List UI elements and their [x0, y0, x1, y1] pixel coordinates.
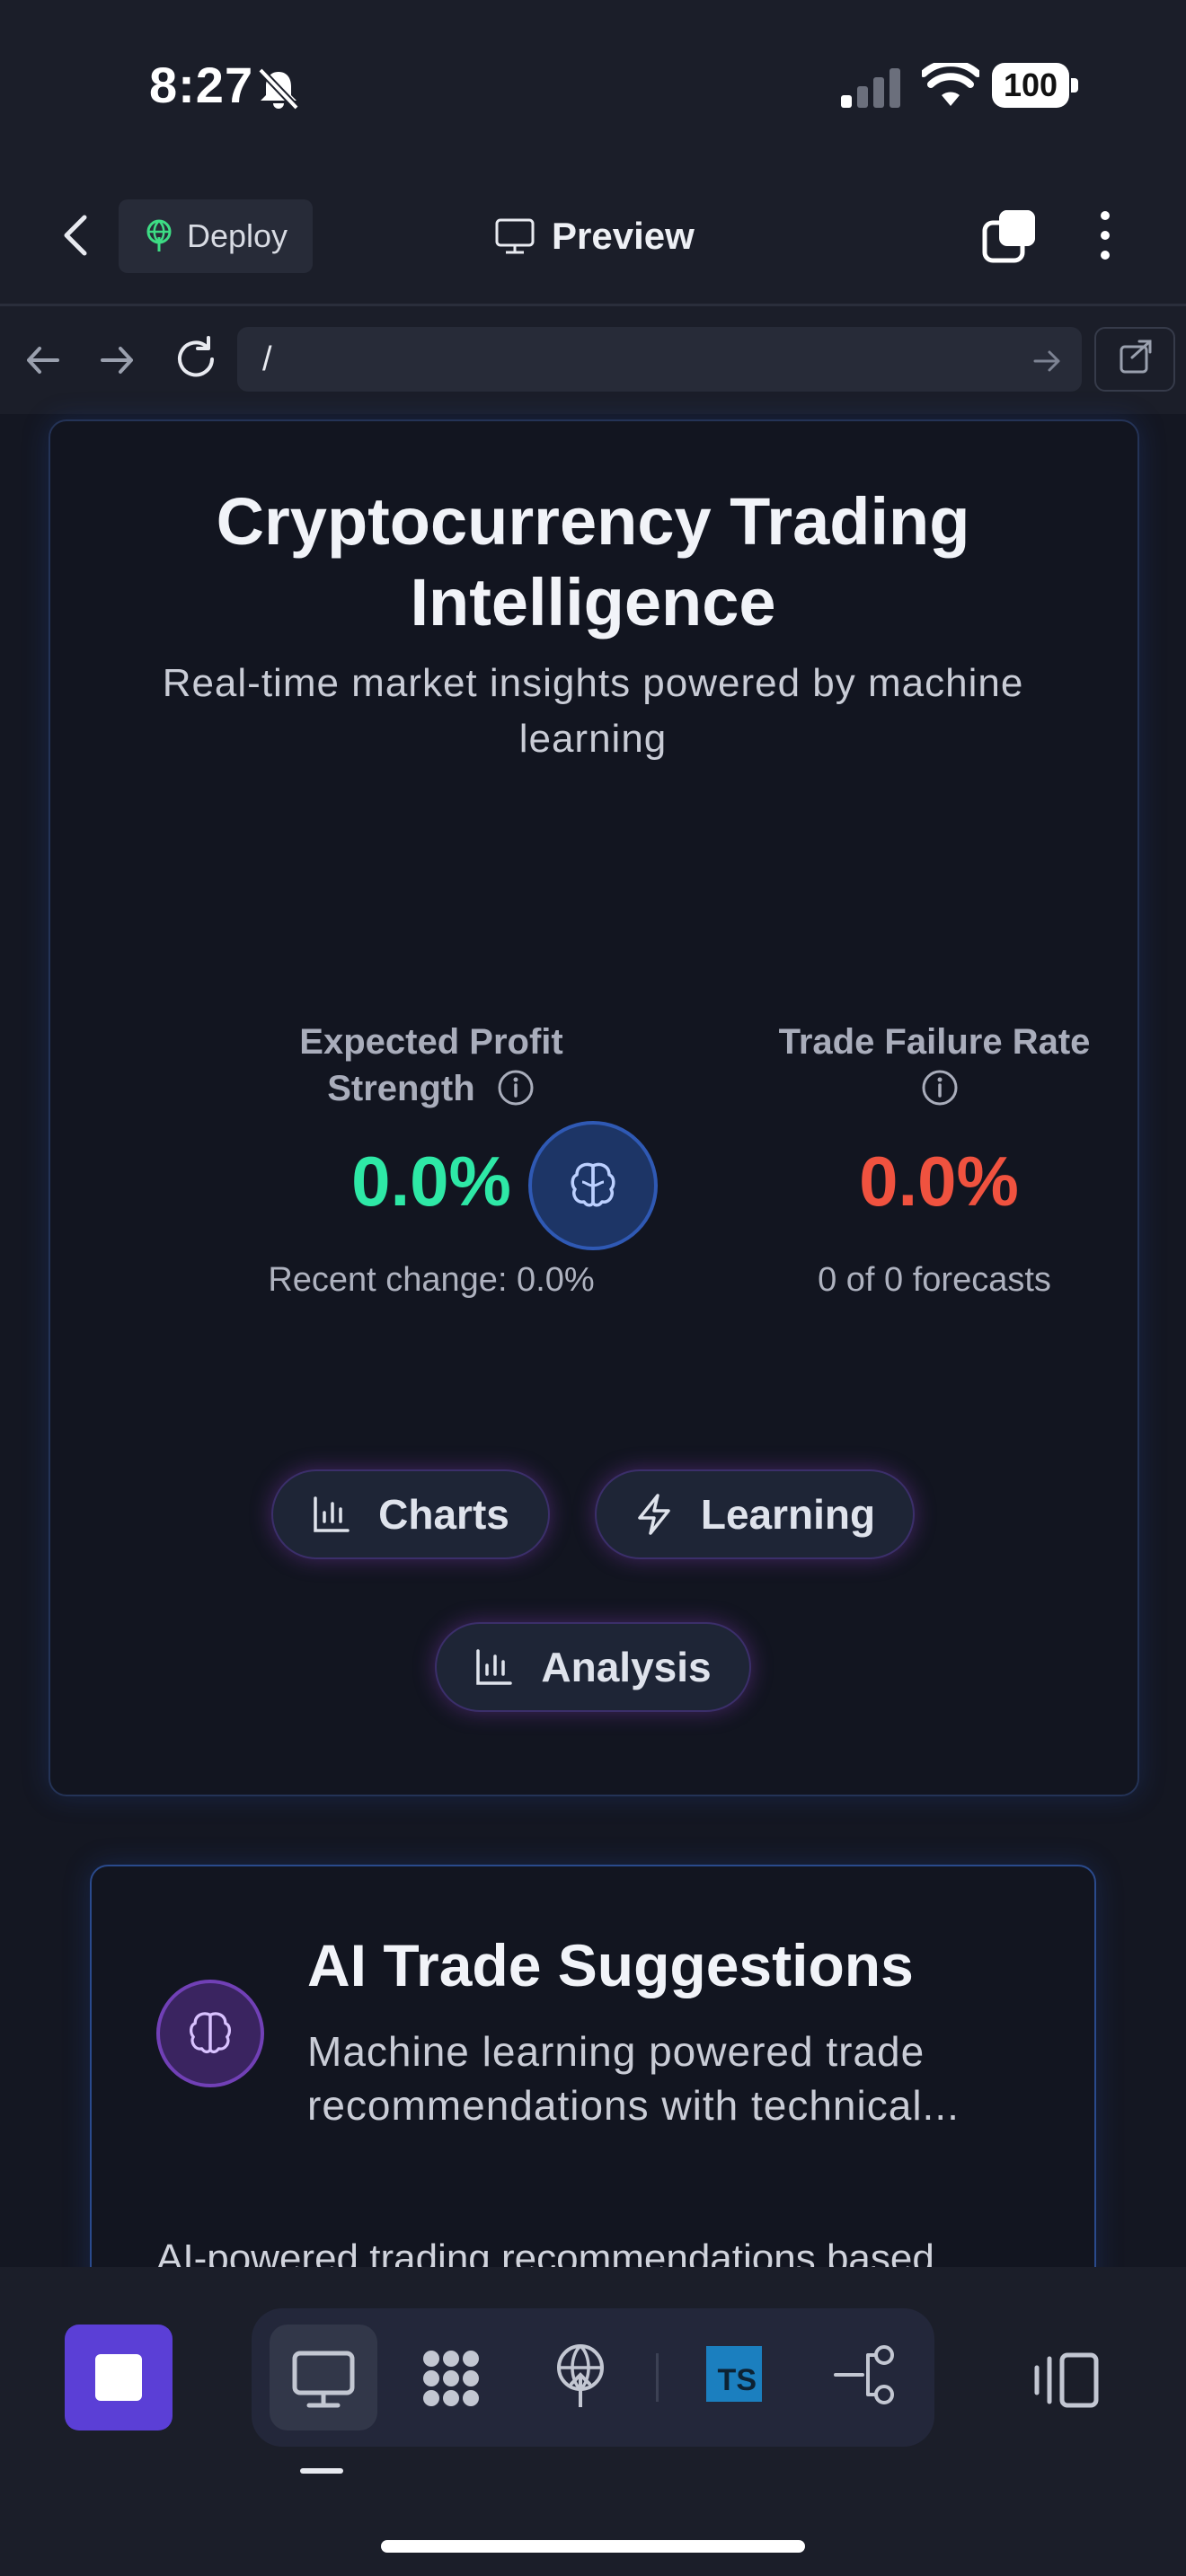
panel-icon[interactable]	[1030, 2344, 1102, 2416]
preview-tab[interactable]: Preview	[494, 207, 695, 266]
preview-label: Preview	[552, 215, 695, 257]
bell-slash-icon	[258, 67, 299, 110]
brain-badge[interactable]	[528, 1121, 658, 1250]
stop-button[interactable]	[65, 2325, 173, 2430]
monitor-icon[interactable]	[288, 2342, 359, 2414]
stop-icon	[95, 2354, 142, 2401]
learning-label: Learning	[700, 1491, 876, 1538]
brain-icon	[190, 2012, 231, 2054]
profit-metric-value: 0.0%	[351, 1142, 511, 1221]
open-external-button[interactable]	[1094, 327, 1175, 392]
antenna-icon[interactable]	[544, 2339, 616, 2411]
profit-metric-label: Expected Profit Strength	[252, 1019, 611, 1112]
bar-chart-icon	[314, 1496, 350, 1532]
external-link-icon	[1120, 340, 1152, 374]
failure-metric-value: 0.0%	[859, 1142, 1019, 1221]
monitor-icon	[495, 218, 535, 254]
status-time: 8:27	[149, 57, 254, 113]
suggestions-title: AI Trade Suggestions	[307, 1932, 914, 1998]
dock-separator	[656, 2353, 659, 2402]
globe-deploy-icon	[146, 219, 172, 251]
analysis-label: Analysis	[541, 1644, 712, 1690]
failure-metric-label-text: Trade Failure Rate	[778, 1022, 1091, 1062]
lightning-icon	[638, 1494, 670, 1535]
suggestions-description: Machine learning powered trade recommend…	[307, 2028, 960, 2129]
charts-button[interactable]: Charts	[271, 1469, 550, 1559]
wifi-icon	[922, 63, 979, 106]
hero-title: Cryptocurrency Trading Intelligence	[216, 484, 970, 640]
charts-label: Charts	[378, 1491, 509, 1538]
info-icon[interactable]	[920, 1068, 960, 1107]
info-icon[interactable]	[496, 1068, 535, 1107]
home-indicator[interactable]	[381, 2540, 805, 2553]
deploy-label: Deploy	[187, 217, 288, 254]
git-branch-icon[interactable]	[830, 2339, 902, 2411]
learning-button[interactable]: Learning	[595, 1469, 915, 1559]
hero-subtitle: Real-time market insights powered by mac…	[162, 661, 1024, 761]
suggestions-icon-badge	[156, 1980, 264, 2087]
bar-chart-icon	[476, 1649, 513, 1685]
url-input[interactable]: /	[237, 327, 1082, 392]
reload-icon[interactable]	[171, 334, 221, 384]
profit-metric-sub: Recent change: 0.0%	[268, 1261, 595, 1299]
typescript-icon[interactable]: TS	[706, 2346, 762, 2402]
tabs-icon[interactable]	[981, 207, 1039, 264]
arrow-right-icon[interactable]	[93, 338, 140, 383]
battery-indicator: 100	[992, 63, 1078, 108]
deploy-button[interactable]: Deploy	[119, 199, 313, 273]
failure-metric-sub: 0 of 0 forecasts	[818, 1261, 1051, 1299]
arrow-left-icon[interactable]	[20, 338, 66, 383]
signal-icon	[841, 68, 900, 108]
go-arrow-icon[interactable]	[1030, 345, 1066, 377]
battery-level: 100	[992, 63, 1069, 108]
active-tab-indicator	[300, 2468, 343, 2474]
failure-metric-label: Trade Failure Rate	[773, 1019, 1096, 1112]
analysis-button[interactable]: Analysis	[435, 1622, 751, 1712]
chevron-left-icon[interactable]	[54, 208, 99, 262]
dots-grid-icon[interactable]	[415, 2342, 487, 2414]
more-vertical-icon[interactable]	[1091, 207, 1120, 264]
brain-icon	[571, 1162, 615, 1207]
